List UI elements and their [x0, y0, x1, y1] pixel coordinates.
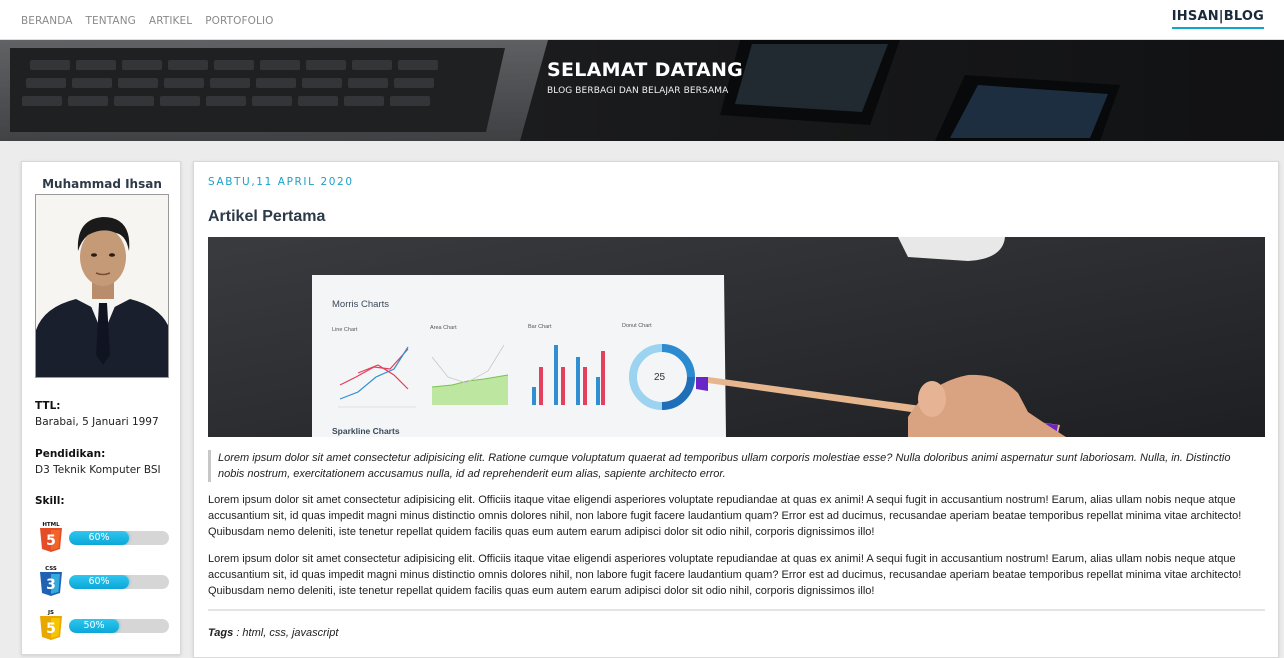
paper-sparkline-heading: Sparkline Charts: [332, 426, 400, 436]
paper-donut-value: 25: [654, 372, 666, 383]
paper-donut-label: Donut Chart: [622, 323, 652, 329]
hero-title: SELAMAT DATANG: [547, 59, 744, 81]
skill-html-track: 60%: [69, 531, 169, 545]
skill-css: CSS 3 60%: [38, 564, 170, 596]
tags-label: Tags: [208, 627, 234, 639]
article-image: Morris Charts Line Chart Area Chart Bar …: [208, 237, 1265, 437]
nav-link-beranda[interactable]: BERANDA: [21, 15, 73, 27]
profile-photo: [35, 194, 169, 378]
nav-link-tentang[interactable]: TENTANG: [86, 15, 136, 27]
brand-logo[interactable]: IHSAN|BLOG: [1171, 9, 1264, 29]
skill-js-bar: 50%: [69, 619, 119, 633]
article-title[interactable]: Artikel Pertama: [208, 208, 325, 226]
article-paragraph-2: Lorem ipsum dolor sit amet consectetur a…: [208, 553, 1242, 597]
skill-css-bar: 60%: [69, 575, 129, 589]
nav-link-portofolio[interactable]: PORTOFOLIO: [205, 15, 273, 27]
paper-line-label: Line Chart: [332, 327, 358, 333]
pendidikan-value: D3 Teknik Komputer BSI: [35, 464, 161, 476]
skill-html-bar: 60%: [69, 531, 129, 545]
nav-link-artikel[interactable]: ARTIKEL: [149, 15, 192, 27]
svg-text:CSS: CSS: [45, 566, 57, 572]
article-paragraph-1: Lorem ipsum dolor sit amet consectetur a…: [208, 494, 1242, 538]
ttl-value: Barabai, 5 Januari 1997: [35, 416, 159, 428]
ttl-label: TTL:: [35, 400, 61, 412]
svg-text:5: 5: [46, 621, 56, 637]
profile-card: Muhammad Ihsan TTL: Barabai, 5 Januari 1…: [21, 161, 181, 655]
hero-subtitle: BLOG BERBAGI DAN BELAJAR BERSAMA: [547, 86, 729, 96]
paper-bar-label: Bar Chart: [528, 324, 552, 330]
skill-js: JS 5 50%: [38, 608, 170, 640]
svg-text:5: 5: [46, 533, 56, 549]
paper-area-label: Area Chart: [430, 325, 457, 331]
skill-js-track: 50%: [69, 619, 169, 633]
article-quote: Lorem ipsum dolor sit amet consectetur a…: [208, 450, 1248, 482]
svg-text:JS: JS: [47, 610, 54, 616]
top-navbar: BERANDA TENTANG ARTIKEL PORTOFOLIO IHSAN…: [0, 0, 1284, 40]
article-divider: [208, 609, 1265, 611]
svg-text:HTML: HTML: [42, 522, 60, 528]
skill-html: HTML 5 60%: [38, 520, 170, 552]
html5-icon: HTML 5: [40, 522, 62, 552]
css3-icon: CSS 3: [40, 566, 62, 596]
tags-value[interactable]: : html, css, javascript: [233, 627, 338, 639]
nav-links: BERANDA TENTANG ARTIKEL PORTOFOLIO: [21, 15, 274, 27]
article-image-graphic: Morris Charts Line Chart Area Chart Bar …: [208, 237, 1265, 437]
article-date: SABTU,11 APRIL 2020: [208, 176, 354, 188]
profile-name: Muhammad Ihsan: [42, 177, 162, 191]
skill-css-track: 60%: [69, 575, 169, 589]
hero-banner: SELAMAT DATANG BLOG BERBAGI DAN BELAJAR …: [0, 40, 1284, 141]
article-card: SABTU,11 APRIL 2020 Artikel Pertama Morr…: [193, 161, 1279, 658]
svg-text:3: 3: [46, 577, 56, 593]
profile-photo-image: [36, 195, 168, 377]
article-tags: Tags : html, css, javascript: [208, 627, 338, 639]
skill-label: Skill:: [35, 495, 65, 507]
javascript-icon: JS 5: [40, 610, 62, 640]
pendidikan-label: Pendidikan:: [35, 448, 106, 460]
paper-heading: Morris Charts: [332, 299, 389, 310]
